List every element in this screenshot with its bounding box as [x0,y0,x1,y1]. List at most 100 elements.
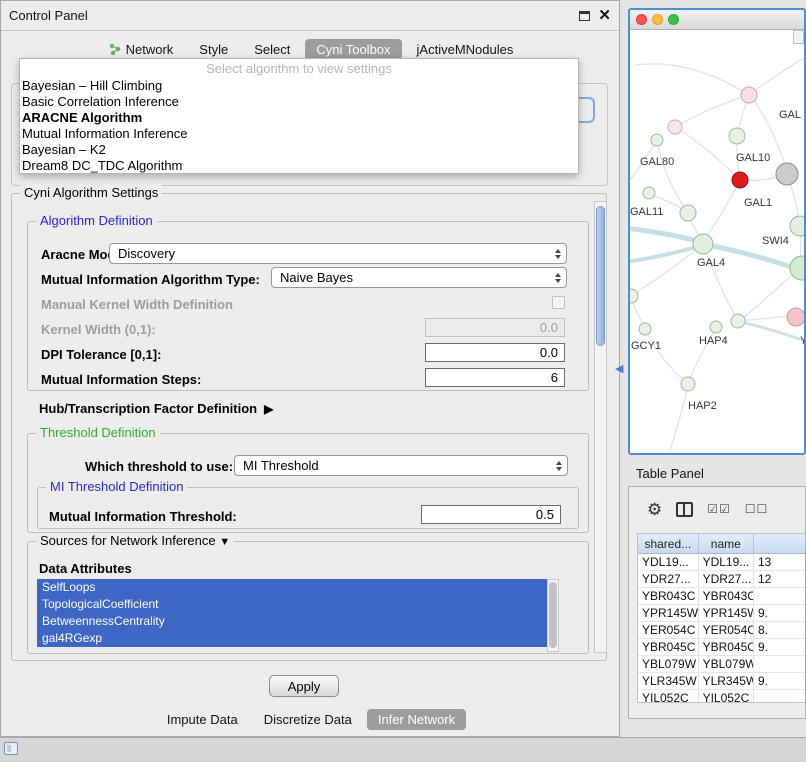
table-cell: YER054C [699,622,754,638]
network-node[interactable] [681,377,695,391]
attribute-item-selfloops[interactable]: SelfLoops [37,579,547,596]
apply-button[interactable]: Apply [269,675,339,697]
table-row[interactable]: YBR043CYBR043C [638,588,806,605]
node-label-gal80: GAL80 [640,156,674,168]
table-cell: YDL19... [638,554,699,570]
algorithm-option-basic-correlation-inference[interactable]: Basic Correlation Inference [20,94,578,110]
algorithm-definition-legend: Algorithm Definition [36,213,157,228]
desktop: Control Panel ✕ NetworkStyleSelectCyni T… [0,0,806,762]
close-traffic-light-icon[interactable] [636,14,647,25]
table-cell: 9. [754,639,806,655]
data-attributes-list: SelfLoopsTopologicalCoefficientBetweenne… [37,579,547,652]
kernel-width-field: 0.0 [425,318,565,337]
network-node[interactable] [668,120,682,134]
network-edge [670,386,688,450]
network-node[interactable] [639,323,651,335]
table-row[interactable]: YDR27...YDR27...12 [638,571,806,588]
mi-algorithm-type-select[interactable]: Naive Bayes [271,267,567,288]
tab-style[interactable]: Style [188,39,239,60]
mi-threshold-field[interactable]: 0.5 [421,505,561,524]
network-node[interactable] [741,87,757,103]
table-row[interactable]: YDL19...YDL19...13 [638,554,806,571]
network-node[interactable] [787,308,804,326]
close-icon[interactable]: ✕ [598,8,611,23]
network-node[interactable] [790,256,804,280]
algorithm-option-bayesian-hill-climbing[interactable]: Bayesian – Hill Climbing [20,78,578,94]
table-cell: YBR045C [638,639,699,655]
table-row[interactable]: YER054CYER054C8. [638,622,806,639]
network-node[interactable] [776,163,798,185]
table-row[interactable]: YPR145WYPR145W9. [638,605,806,622]
network-node[interactable] [651,134,663,146]
table-cell: YIL052C [699,690,754,703]
table-row[interactable]: YBL079WYBL079W [638,656,806,673]
tab-discretize-data[interactable]: Discretize Data [253,709,363,730]
column-header-2[interactable] [754,534,806,553]
tab-network[interactable]: Network [98,39,185,60]
network-node[interactable] [643,187,655,199]
network-edge [630,246,700,262]
algorithm-option-aracne-algorithm[interactable]: ARACNE Algorithm [20,110,578,126]
table-header-row: shared...name [638,534,806,554]
network-node[interactable] [729,128,745,144]
chevron-right-icon: ▶ [264,402,273,416]
node-label-gcy1: GCY1 [631,340,661,352]
table-row[interactable]: YLR345WYLR345W9. [638,673,806,690]
which-threshold-select[interactable]: MI Threshold [234,455,568,476]
dpi-tolerance-field[interactable]: 0.0 [425,343,565,362]
attribute-item-gal4rgexp[interactable]: gal4RGexp [37,630,547,647]
minimize-traffic-light-icon[interactable] [652,14,663,25]
algorithm-option-dream8-dc-tdc-algorithm[interactable]: Dream8 DC_TDC Algorithm [20,158,578,174]
window-title: Control Panel [9,8,88,23]
network-canvas[interactable]: GAL80GAL10GAL11GAL1SWI4GAL4GCY1HAP4HAP2G… [630,30,804,453]
float-window-icon[interactable] [579,11,590,21]
column-header-name[interactable]: name [699,534,754,553]
network-edge [635,64,749,95]
network-node[interactable] [790,216,804,236]
network-node[interactable] [732,172,748,188]
cyni-mode-tabs: Impute DataDiscretize DataInfer Network [1,707,621,731]
table-cell [754,656,806,672]
hub-definition-toggle[interactable]: Hub/Transcription Factor Definition ▶ [39,401,273,416]
algorithm-option-bayesian-k2[interactable]: Bayesian – K2 [20,142,578,158]
node-label-gal4: GAL4 [697,257,725,269]
split-pane-collapse-icon[interactable]: ◀ [615,362,623,375]
network-scrollbar[interactable] [793,30,804,44]
column-header-shared[interactable]: shared... [638,534,699,553]
tab-select[interactable]: Select [243,39,301,60]
table-cell: YDR27... [699,571,754,587]
panel-icon[interactable] [4,742,18,755]
network-edge [703,244,738,321]
data-attributes-label: Data Attributes [39,561,132,576]
attribute-item-topologicalcoefficient[interactable]: TopologicalCoefficient [37,596,547,613]
network-node[interactable] [630,289,638,303]
table-cell: 12 [754,571,806,587]
network-node[interactable] [710,321,722,333]
network-node[interactable] [731,314,745,328]
manual-kernel-checkbox [552,296,565,309]
gear-icon[interactable]: ⚙ [647,501,662,518]
network-node[interactable] [680,205,696,221]
network-edge [630,244,703,296]
network-node[interactable] [693,234,713,254]
table-row[interactable]: YBR045CYBR045C9. [638,639,806,656]
tab-jactivemnodules[interactable]: jActiveMNodules [406,39,525,60]
table-cell: 9. [754,673,806,689]
tab-impute-data[interactable]: Impute Data [156,709,249,730]
attribute-item-betweennesscentrality[interactable]: BetweennessCentrality [37,613,547,630]
network-edge [645,329,686,382]
algorithm-option-mutual-information-inference[interactable]: Mutual Information Inference [20,126,578,142]
select-all-columns-icon[interactable]: ☑☑ [707,502,731,516]
aracne-mode-select[interactable]: Discovery [109,243,567,264]
mi-steps-field[interactable]: 6 [425,368,565,387]
tab-infer-network[interactable]: Infer Network [367,709,466,730]
deselect-all-columns-icon[interactable]: ☐☐ [745,502,769,516]
zoom-traffic-light-icon[interactable] [668,14,679,25]
columns-icon[interactable] [676,502,693,517]
settings-scrollbar[interactable] [594,201,607,653]
kernel-width-label: Kernel Width (0,1): [41,322,156,337]
sources-legend[interactable]: Sources for Network Inference ▼ [36,533,234,548]
tab-cyni-toolbox[interactable]: Cyni Toolbox [305,39,401,60]
attributes-list-scrollbar[interactable] [547,579,559,652]
table-row[interactable]: YIL052CYIL052C [638,690,806,703]
